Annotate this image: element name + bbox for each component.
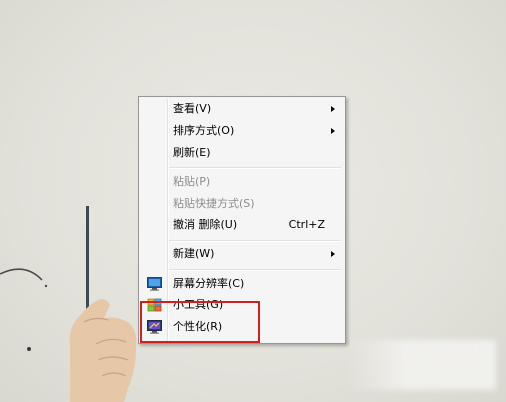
menu-separator: [169, 269, 341, 271]
submenu-arrow-icon: [331, 128, 335, 134]
menu-item-sort-by[interactable]: 排序方式(O): [141, 121, 343, 141]
menu-item-new[interactable]: 新建(W): [141, 244, 343, 264]
display-icon: [147, 277, 162, 291]
menu-item-label: 新建(W): [173, 247, 215, 260]
menu-item-label: 排序方式(O): [173, 124, 235, 137]
menu-item-label: 刷新(E): [173, 146, 211, 159]
menu-item-paste-shortcut[interactable]: 粘贴快捷方式(S): [141, 194, 343, 214]
menu-item-label: 屏幕分辨率(C): [173, 277, 245, 290]
menu-separator: [169, 167, 341, 169]
menu-item-paste[interactable]: 粘贴(P): [141, 172, 343, 192]
watermark: [346, 340, 496, 390]
submenu-arrow-icon: [331, 251, 335, 257]
menu-item-label: 撤消 删除(U): [173, 218, 238, 231]
menu-item-label: 粘贴(P): [173, 175, 211, 188]
menu-item-label: 粘贴快捷方式(S): [173, 197, 255, 210]
menu-item-refresh[interactable]: 刷新(E): [141, 143, 343, 163]
menu-item-label: 查看(V): [173, 102, 212, 115]
menu-item-view[interactable]: 查看(V): [141, 99, 343, 119]
menu-item-undo-delete[interactable]: 撤消 删除(U) Ctrl+Z: [141, 215, 343, 235]
menu-separator: [169, 240, 341, 242]
menu-item-shortcut: Ctrl+Z: [288, 218, 325, 231]
submenu-arrow-icon: [331, 106, 335, 112]
menu-item-screen-resolution[interactable]: 屏幕分辨率(C): [141, 274, 343, 294]
highlight-annotation-box: [140, 301, 260, 343]
